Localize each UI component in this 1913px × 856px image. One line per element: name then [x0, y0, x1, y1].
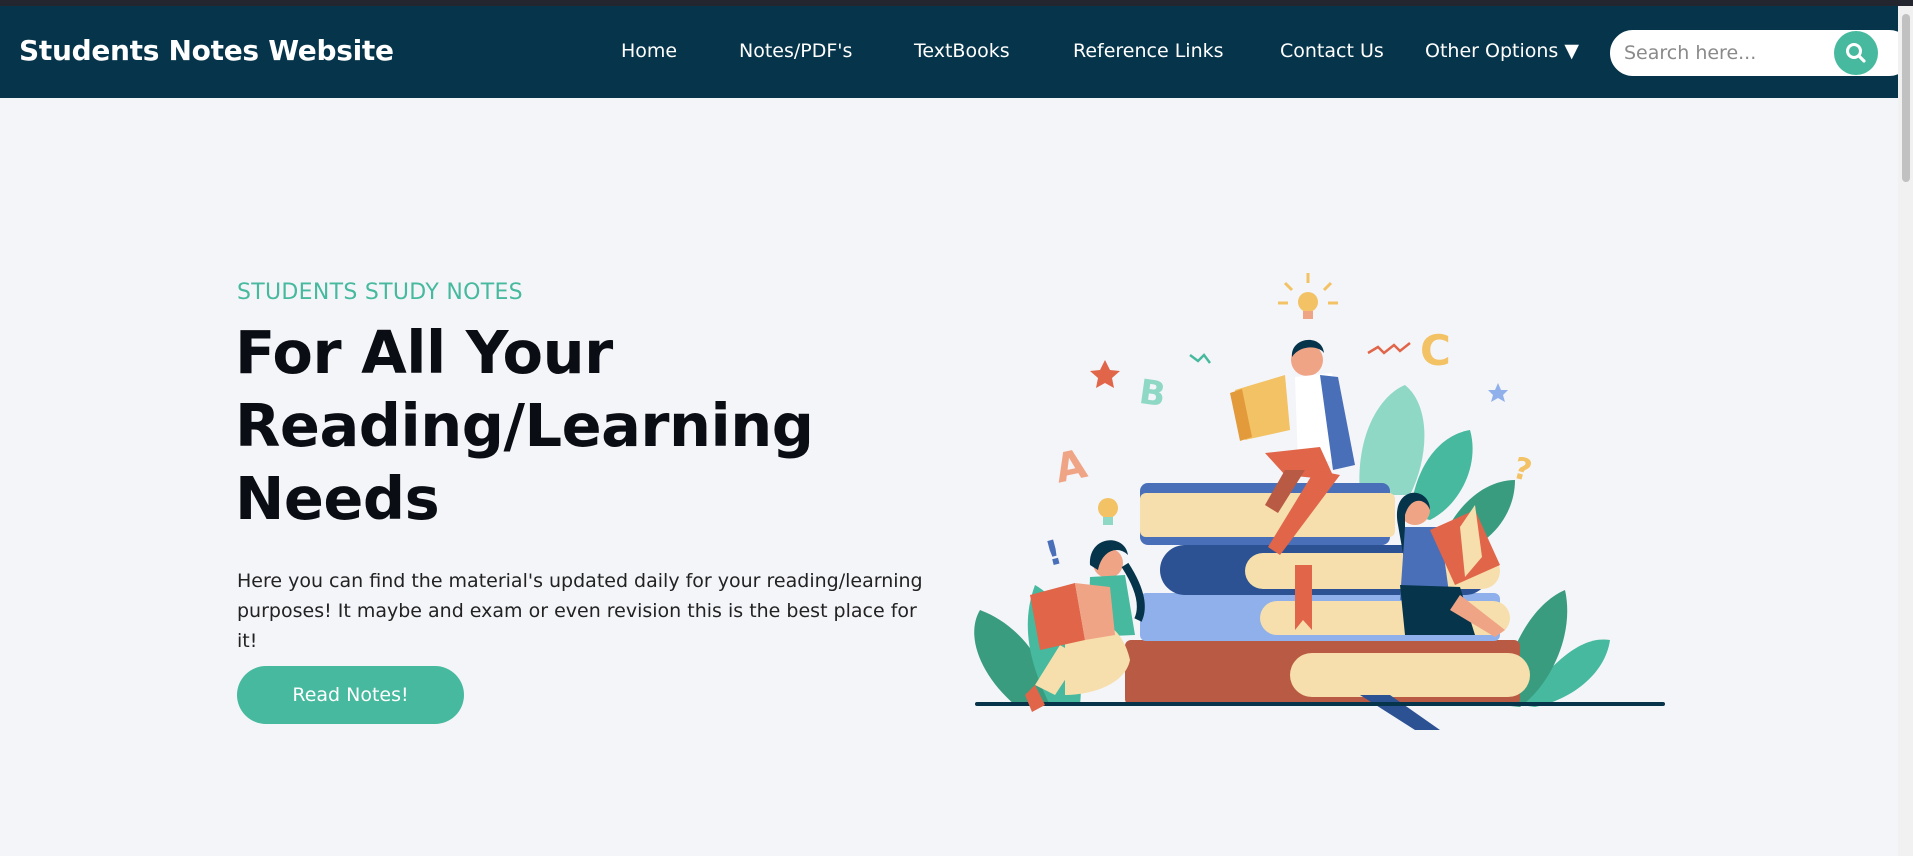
- hero-kicker: STUDENTS STUDY NOTES: [237, 280, 523, 305]
- navbar: Students Notes Website Home Notes/PDF's …: [0, 6, 1913, 98]
- students-reading-illustration: A B C ? !: [974, 273, 1665, 730]
- search-box: [1608, 28, 1913, 78]
- svg-text:B: B: [1137, 372, 1168, 415]
- page-scrollbar[interactable]: [1898, 6, 1913, 856]
- nav-item-textbooks[interactable]: TextBooks: [914, 40, 1010, 62]
- nav-item-home[interactable]: Home: [621, 40, 677, 62]
- svg-text:C: C: [1420, 326, 1451, 375]
- hero-headline: For All Your Reading/Learning Needs: [235, 318, 814, 533]
- nav-item-reference-links[interactable]: Reference Links: [1073, 40, 1224, 62]
- hero-description: Here you can find the material's updated…: [237, 570, 923, 652]
- site-brand[interactable]: Students Notes Website: [19, 34, 394, 67]
- nav-item-contact-us[interactable]: Contact Us: [1280, 40, 1384, 62]
- svg-text:!: !: [1041, 532, 1066, 575]
- read-notes-button[interactable]: Read Notes!: [237, 666, 464, 724]
- search-icon: [1846, 43, 1866, 63]
- scrollbar-thumb[interactable]: [1902, 14, 1910, 182]
- nav-item-other-options[interactable]: Other Options ▼: [1425, 40, 1579, 62]
- svg-text:A: A: [1051, 441, 1091, 492]
- nav-item-notes-pdfs[interactable]: Notes/PDF's: [739, 40, 852, 62]
- svg-text:?: ?: [1509, 451, 1535, 489]
- search-button[interactable]: [1834, 31, 1878, 75]
- search-input[interactable]: [1624, 30, 1844, 76]
